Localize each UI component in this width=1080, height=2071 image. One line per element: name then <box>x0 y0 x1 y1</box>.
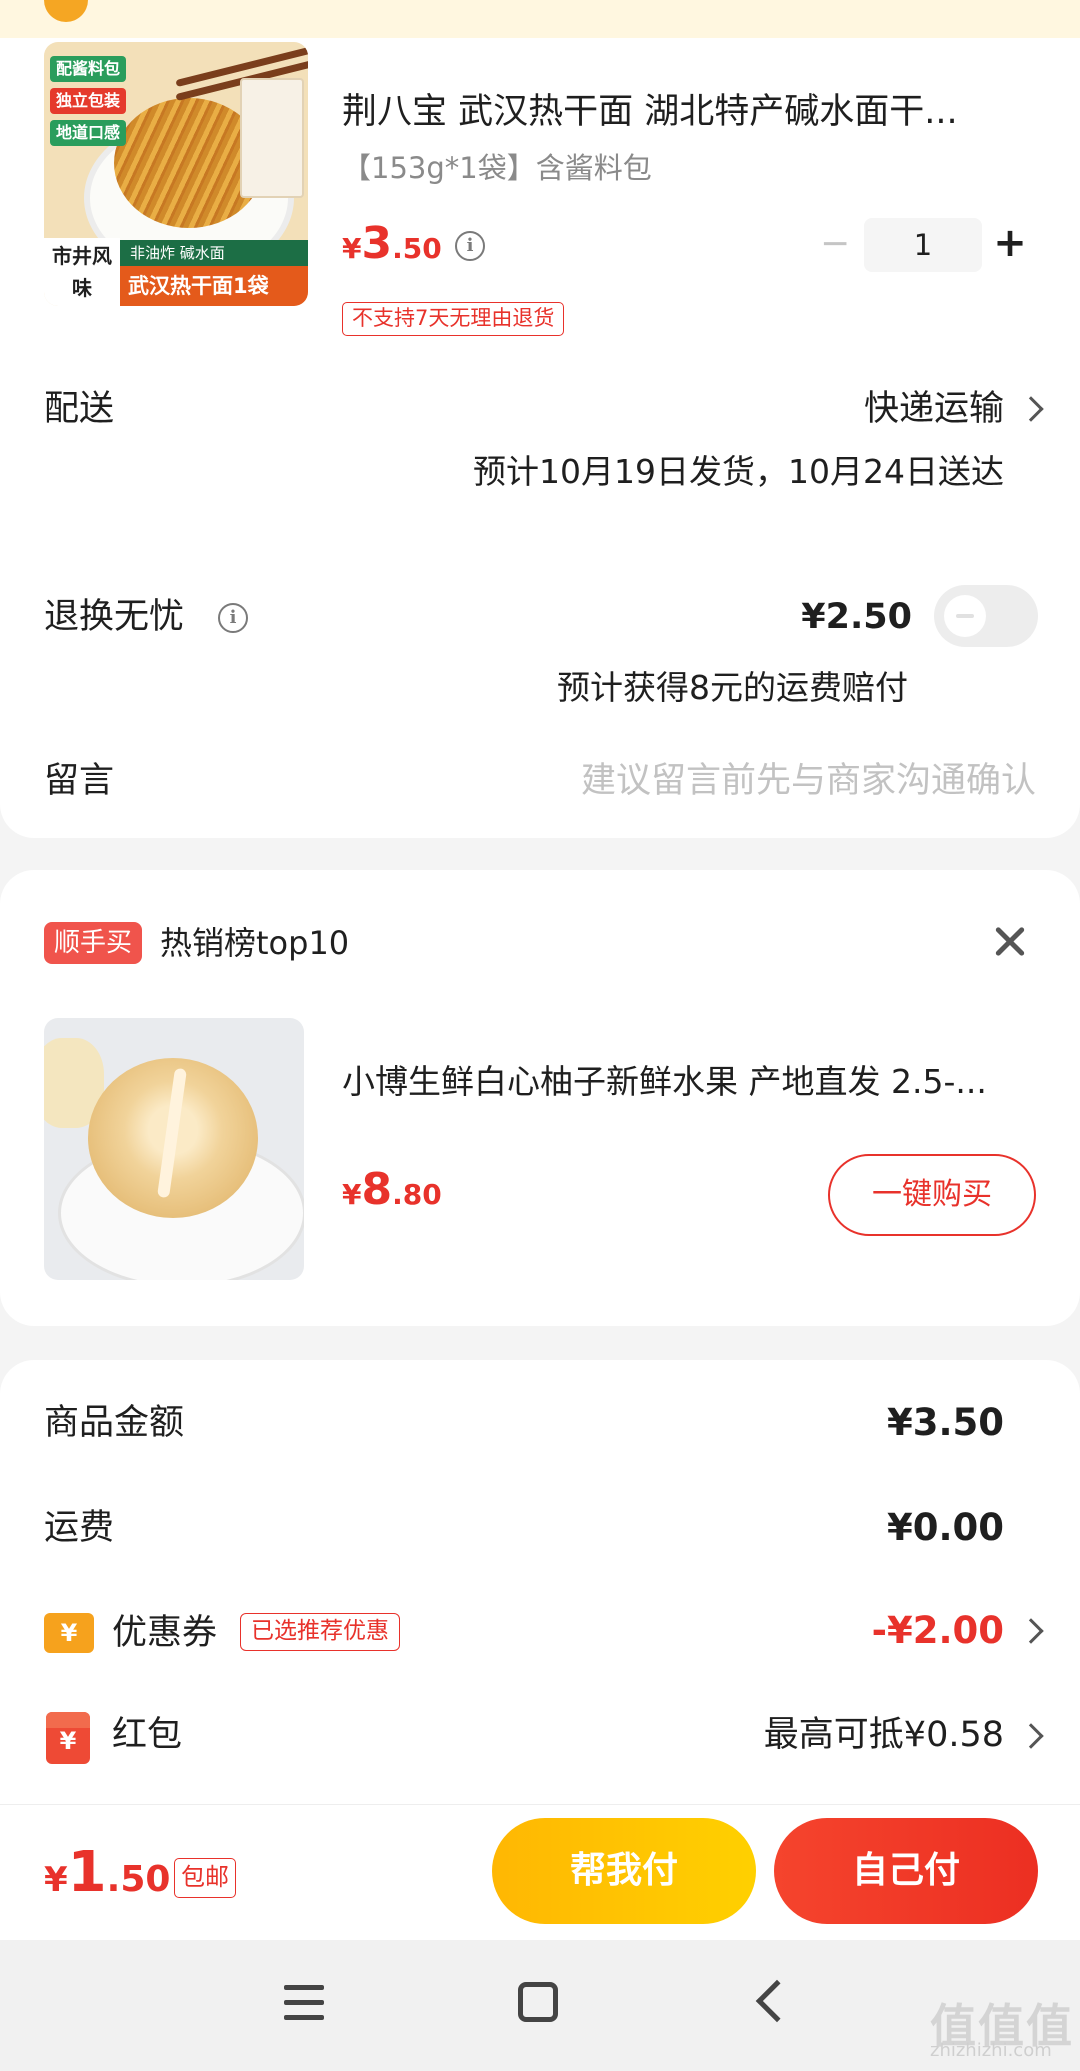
quantity-increase-button[interactable]: + <box>992 220 1028 266</box>
image-strip-big: 武汉热干面1袋 <box>120 266 308 306</box>
coupon-value[interactable]: -¥2.00 <box>872 1608 1004 1654</box>
recommend-item-title[interactable]: 小博生鲜白心柚子新鲜水果 产地直发 2.5-... <box>342 1060 1032 1104</box>
recommend-item-price: ¥8.80 <box>342 1164 442 1215</box>
home-icon[interactable] <box>518 1982 558 2022</box>
price-integer: 1 <box>67 1840 107 1905</box>
price-info-icon[interactable]: i <box>455 231 485 261</box>
red-packet-value[interactable]: 最高可抵¥0.58 <box>764 1712 1004 1758</box>
image-tag: 配酱料包 <box>50 56 127 82</box>
help-me-pay-button[interactable]: 帮我付 <box>492 1818 756 1924</box>
total-price: ¥1.50 <box>44 1840 170 1905</box>
delivery-label: 配送 <box>44 389 115 429</box>
image-side-text: 市井风味 <box>44 238 120 306</box>
goods-amount-value: ¥3.50 <box>886 1401 1004 1444</box>
product-image[interactable]: 配酱料包 独立包装 地道口感 市井风味 非油炸 碱水面 武汉热干面1袋 <box>44 42 308 306</box>
menu-icon[interactable] <box>284 1983 328 2023</box>
return-insurance-note: 预计获得8元的运费赔付 <box>557 668 908 707</box>
image-tag: 地道口感 <box>50 120 127 146</box>
red-packet-label[interactable]: 红包 <box>112 1712 182 1758</box>
watermark-url: zhizhizhi.com <box>930 2040 1052 2061</box>
banner-icon <box>44 0 88 22</box>
message-input[interactable]: 建议留言前先与商家沟通确认 <box>581 758 1036 804</box>
coupon-recommend-tag: 已选推荐优惠 <box>240 1613 400 1651</box>
recommend-badge: 顺手买 <box>44 922 143 964</box>
price-decimal: .50 <box>392 232 442 265</box>
quantity-input[interactable]: 1 <box>864 218 982 272</box>
image-tag: 独立包装 <box>50 88 127 114</box>
currency-symbol: ¥ <box>342 232 362 265</box>
top-banner <box>0 0 1080 38</box>
price-decimal: .50 <box>106 1859 171 1900</box>
product-title[interactable]: 荆八宝 武汉热干面 湖北特产碱水面干... <box>342 90 1022 134</box>
price-integer: 3 <box>361 218 393 269</box>
no-return-badge: 不支持7天无理由退货 <box>342 302 565 336</box>
return-insurance-label: 退换无忧 <box>44 597 185 637</box>
one-click-buy-button[interactable]: 一键购买 <box>828 1154 1036 1236</box>
delivery-method[interactable]: 快递运输 <box>864 386 1004 432</box>
pay-myself-button[interactable]: 自己付 <box>774 1818 1038 1924</box>
return-insurance-price: ¥2.50 <box>801 597 912 637</box>
free-shipping-badge: 包邮 <box>174 1858 236 1898</box>
product-spec[interactable]: 【153g*1袋】含酱料包 <box>342 148 652 188</box>
package-graphic <box>240 78 304 198</box>
recommend-image[interactable] <box>44 1018 304 1280</box>
currency-symbol: ¥ <box>342 1178 362 1211</box>
goods-amount-label: 商品金额 <box>44 1403 185 1443</box>
toggle-knob <box>944 595 986 637</box>
price-decimal: .80 <box>392 1178 442 1211</box>
coupon-label[interactable]: 优惠券 <box>112 1610 217 1656</box>
recommend-title: 热销榜top10 <box>160 924 350 962</box>
close-icon[interactable] <box>988 920 1032 964</box>
message-label: 留言 <box>44 761 115 801</box>
product-price: ¥3.50 <box>342 218 442 269</box>
delivery-estimate: 预计10月19日发货，10月24日送达 <box>473 452 1004 491</box>
shipping-label: 运费 <box>44 1508 115 1548</box>
image-strip-text: 非油炸 碱水面 <box>120 240 308 266</box>
currency-symbol: ¥ <box>44 1860 68 1900</box>
quantity-decrease-button[interactable]: − <box>820 222 850 266</box>
return-insurance-info-icon[interactable]: i <box>218 603 248 633</box>
red-packet-icon: ¥ <box>46 1712 90 1764</box>
return-insurance-toggle[interactable] <box>934 585 1038 647</box>
shipping-value: ¥0.00 <box>886 1506 1004 1549</box>
coupon-icon: ¥ <box>44 1613 94 1653</box>
price-integer: 8 <box>361 1164 393 1215</box>
